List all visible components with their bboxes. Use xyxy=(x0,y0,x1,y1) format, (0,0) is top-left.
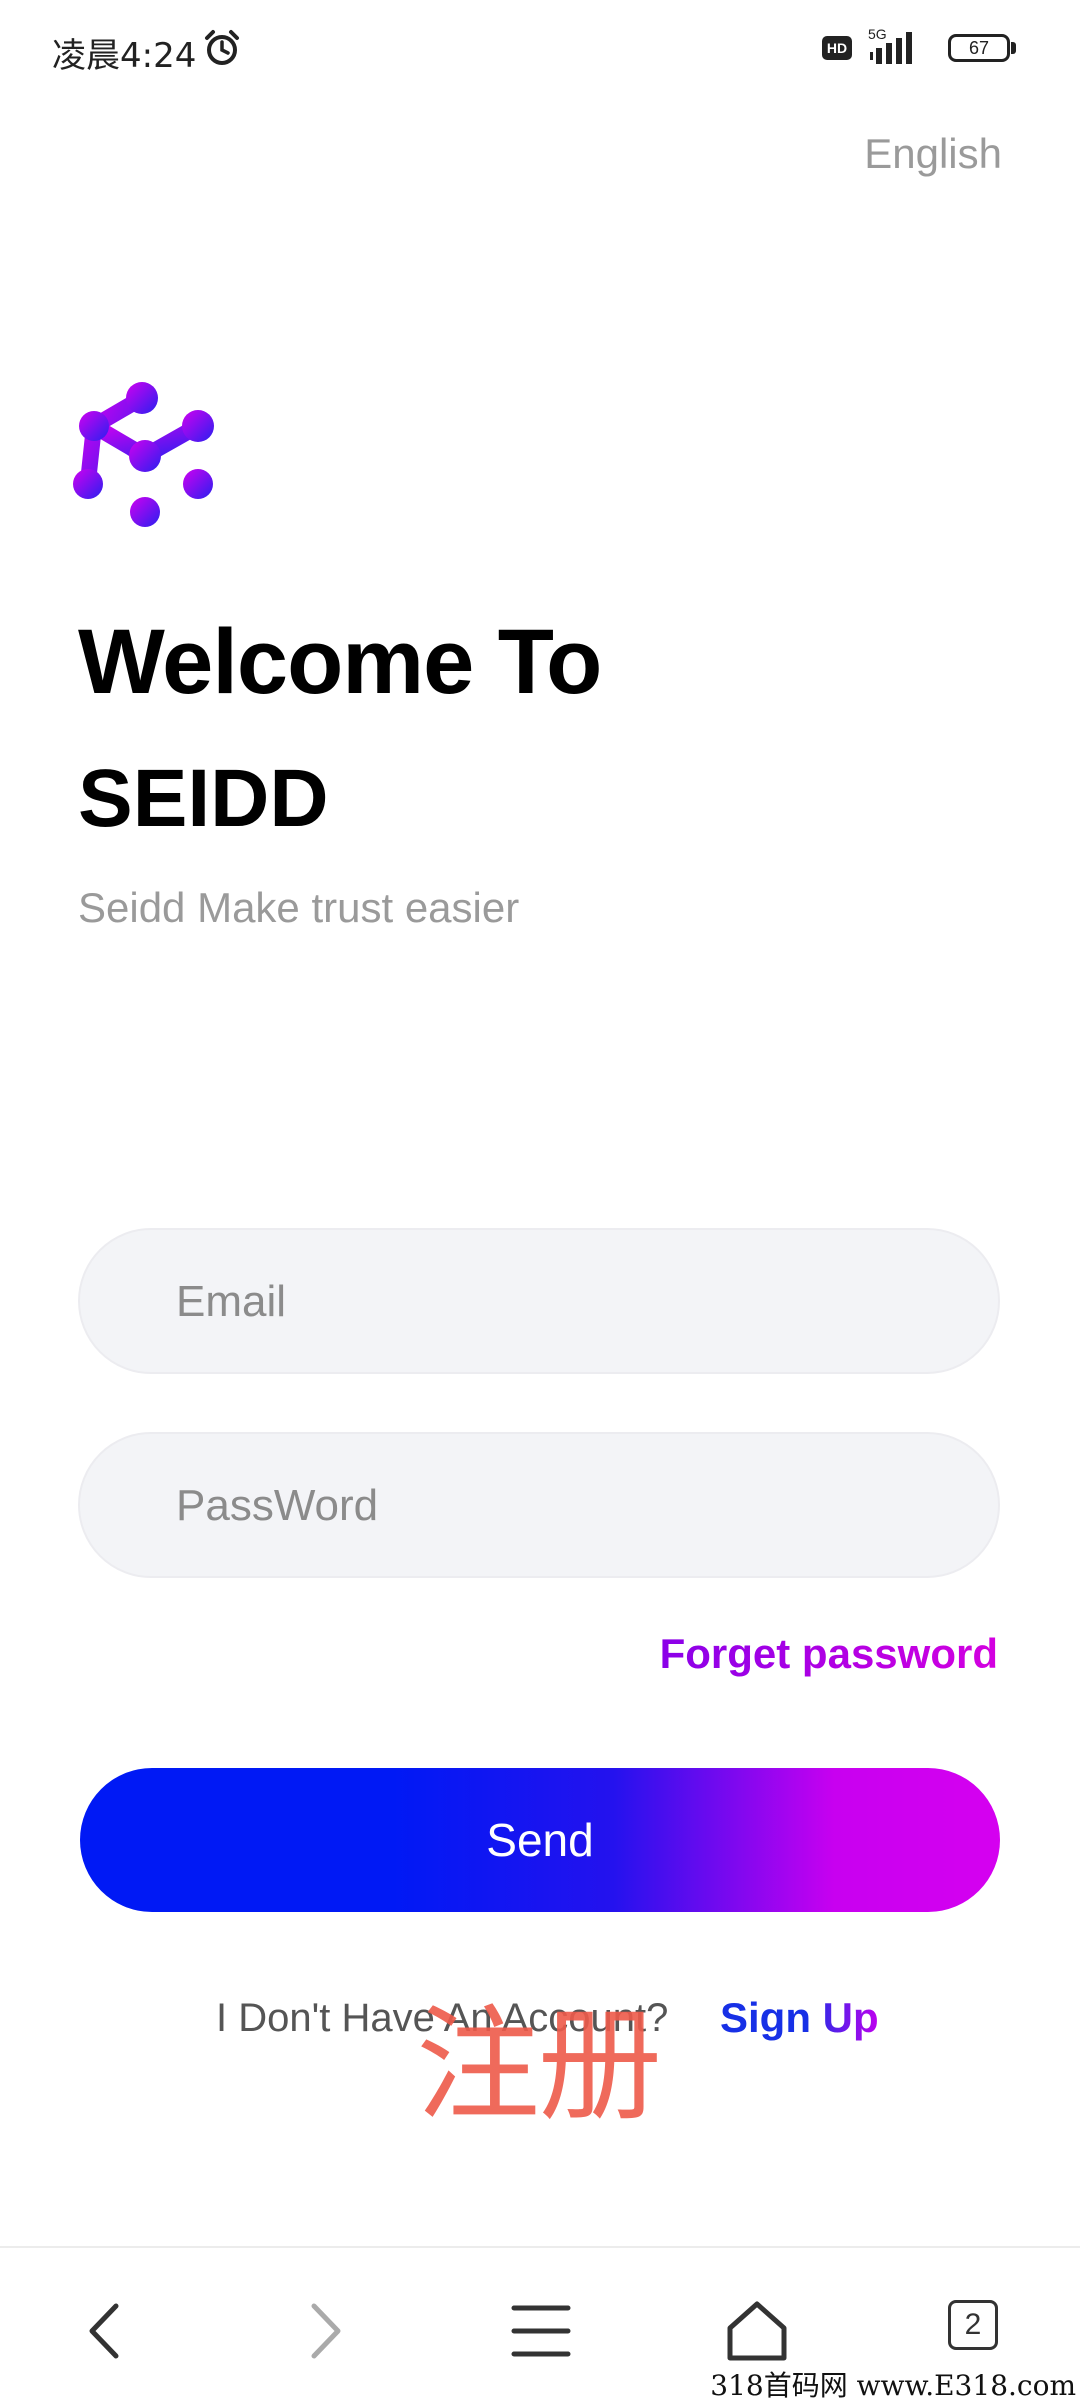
back-icon[interactable] xyxy=(72,2296,142,2366)
send-button[interactable]: Send xyxy=(80,1768,1000,1912)
forget-password-link[interactable]: Forget password xyxy=(660,1630,998,1678)
language-switch[interactable]: English xyxy=(864,130,1002,178)
tabs-count-icon[interactable]: 2 xyxy=(948,2300,998,2350)
battery-icon: 67 xyxy=(948,34,1010,62)
status-bar: 凌晨4:24 HD 5G 67 xyxy=(0,0,1080,100)
sign-up-link[interactable]: Sign Up xyxy=(720,1994,879,2042)
email-input[interactable] xyxy=(174,1230,958,1374)
brand-title: SEIDD xyxy=(78,753,329,844)
status-time: 凌晨4:24 xyxy=(52,36,197,76)
home-icon[interactable] xyxy=(722,2296,792,2366)
alarm-icon xyxy=(205,30,239,65)
battery-tip xyxy=(1011,42,1016,54)
email-field xyxy=(78,1228,1000,1374)
forward-icon[interactable] xyxy=(288,2296,358,2366)
register-overlay-annotation: 注册 xyxy=(416,1994,662,2138)
password-field xyxy=(78,1432,1000,1578)
password-input[interactable] xyxy=(174,1434,958,1578)
welcome-title: Welcome To xyxy=(78,611,602,713)
seidd-logo-icon xyxy=(73,382,214,527)
hd-badge: HD xyxy=(822,36,852,60)
watermark: 318首码网 www.E318.com xyxy=(710,2369,1076,2402)
tagline: Seidd Make trust easier xyxy=(78,884,520,931)
menu-icon[interactable] xyxy=(506,2296,576,2366)
